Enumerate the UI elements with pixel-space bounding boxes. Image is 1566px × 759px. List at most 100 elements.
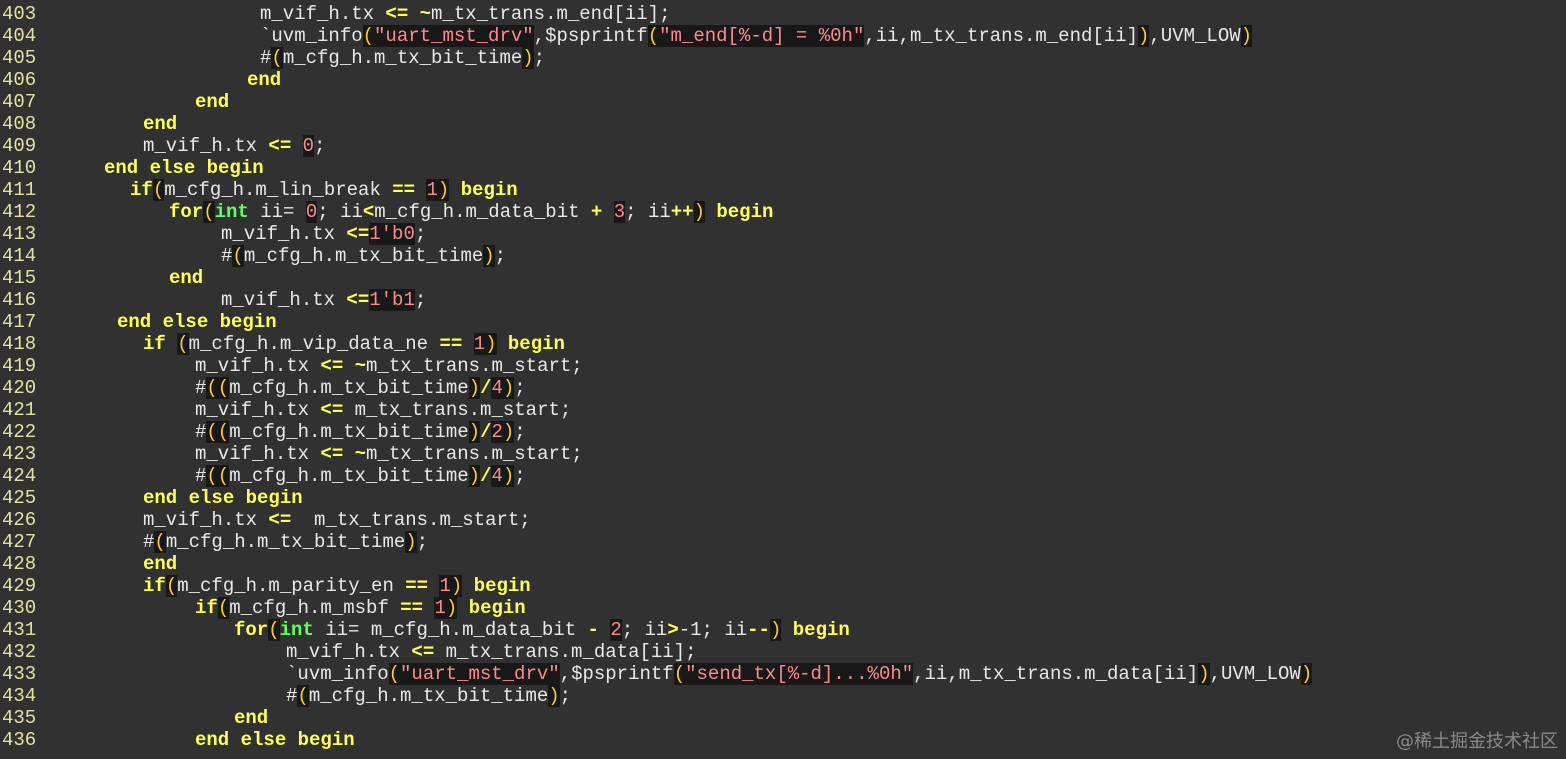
line-number: 406 (2, 69, 37, 91)
code-token: ( (268, 619, 280, 641)
code-token: m_tx_trans.m_data[ii]; (434, 641, 697, 663)
code-token: <= (411, 641, 435, 663)
line-number: 413 (2, 223, 37, 245)
code-token: ~ (354, 355, 367, 377)
code-token: ; (494, 245, 507, 267)
code-line[interactable]: 403 m_vif_h.tx <= ~m_tx_trans.m_end[ii]; (0, 3, 1566, 25)
code-token: # (221, 245, 233, 267)
code-line[interactable]: 434 #(m_cfg_h.m_tx_bit_time); (0, 685, 1566, 707)
line-number: 414 (2, 245, 37, 267)
code-line[interactable]: 430 if(m_cfg_h.m_msbf == 1) begin (0, 597, 1566, 619)
code-line[interactable]: 423 m_vif_h.tx <= ~m_tx_trans.m_start; (0, 443, 1566, 465)
code-text: m_vif_h.tx <= ~m_tx_trans.m_start; (195, 355, 583, 377)
line-number: 429 (2, 575, 37, 597)
code-editor[interactable]: 403 m_vif_h.tx <= ~m_tx_trans.m_end[ii]; 4… (0, 0, 1566, 759)
code-text: #(m_cfg_h.m_tx_bit_time); (260, 47, 545, 69)
code-token: # (260, 47, 272, 69)
code-token: # (195, 377, 207, 399)
code-line[interactable]: 422 #((m_cfg_h.m_tx_bit_time)/2); (0, 421, 1566, 443)
code-token: (( (206, 465, 230, 487)
code-token: m_tx_trans.m_start; (343, 399, 572, 421)
code-token: # (143, 531, 155, 553)
code-token: end (143, 113, 178, 135)
code-line[interactable]: 418 if (m_cfg_h.m_vip_data_ne == 1) begin (0, 333, 1566, 355)
code-line[interactable]: 424 #((m_cfg_h.m_tx_bit_time)/4); (0, 465, 1566, 487)
code-line[interactable]: 417 end else begin (0, 311, 1566, 333)
code-token: ; ii (625, 201, 671, 223)
code-token: m_vif_h.tx (221, 289, 347, 311)
code-text: #((m_cfg_h.m_tx_bit_time)/4); (195, 377, 526, 399)
code-token: ,ii,m_tx_trans.m_data[ii] (913, 663, 1199, 685)
code-line[interactable]: 432 m_vif_h.tx <= m_tx_trans.m_data[ii]; (0, 641, 1566, 663)
code-line[interactable]: 421 m_vif_h.tx <= m_tx_trans.m_start; (0, 399, 1566, 421)
code-token: (( (206, 421, 230, 443)
code-token: m_cfg_h.m_tx_bit_time (243, 245, 484, 267)
code-text: if(m_cfg_h.m_msbf == 1) begin (195, 597, 526, 619)
line-number: 426 (2, 509, 37, 531)
line-number: 410 (2, 157, 37, 179)
code-text: #(m_cfg_h.m_tx_bit_time); (143, 531, 428, 553)
code-line[interactable]: 410 end else begin (0, 157, 1566, 179)
line-number: 405 (2, 47, 37, 69)
code-line[interactable]: 404 `uvm_info("uart_mst_drv",$psprintf("m… (0, 25, 1566, 47)
code-text: end (247, 69, 281, 91)
code-token: -- (747, 619, 770, 641)
code-token: m_cfg_h.m_msbf (229, 597, 401, 619)
code-token: > (667, 619, 679, 641)
code-line[interactable]: 414 #(m_cfg_h.m_tx_bit_time); (0, 245, 1566, 267)
code-token: "uart_mst_drv" (400, 663, 560, 685)
code-token: m_cfg_h.m_tx_bit_time (282, 47, 523, 69)
code-line[interactable]: 411 if(m_cfg_h.m_lin_break == 1) begin (0, 179, 1566, 201)
code-line[interactable]: 419 m_vif_h.tx <= ~m_tx_trans.m_start; (0, 355, 1566, 377)
code-text: for(int ii= 0; ii<m_cfg_h.m_data_bit + 3… (169, 201, 773, 223)
code-token: m_cfg_h.m_tx_bit_time (229, 377, 469, 399)
code-token: ; (414, 289, 427, 311)
code-line[interactable]: 427 #(m_cfg_h.m_tx_bit_time); (0, 531, 1566, 553)
code-token: end (195, 91, 230, 113)
code-line[interactable]: 431 for(int ii= m_cfg_h.m_data_bit - 2; i… (0, 619, 1566, 641)
code-line[interactable]: 412 for(int ii= 0; ii<m_cfg_h.m_data_bit … (0, 201, 1566, 223)
line-number: 425 (2, 487, 37, 509)
code-token: - (587, 619, 599, 641)
code-token: m_cfg_h.m_parity_en (177, 575, 406, 597)
code-token: m_cfg_h.m_tx_bit_time (229, 465, 469, 487)
code-token: end (143, 553, 178, 575)
code-token: m_tx_trans.m_start; (366, 443, 583, 465)
code-text: m_vif_h.tx <= 0; (143, 135, 325, 157)
code-line[interactable]: 409 m_vif_h.tx <= 0; (0, 135, 1566, 157)
code-line[interactable]: 428 end (0, 553, 1566, 575)
code-line[interactable]: 435 end (0, 707, 1566, 729)
code-line[interactable]: 405 #(m_cfg_h.m_tx_bit_time); (0, 47, 1566, 69)
code-line[interactable]: 429 if(m_cfg_h.m_parity_en == 1) begin (0, 575, 1566, 597)
line-number: 403 (2, 3, 37, 25)
code-token: ii= m_cfg_h.m_data_bit (313, 619, 588, 641)
code-line[interactable]: 415 end (0, 267, 1566, 289)
code-token: m_cfg_h.m_data_bit (374, 201, 591, 223)
code-line[interactable]: 413 m_vif_h.tx <=1'b0; (0, 223, 1566, 245)
code-token: 1 (434, 597, 446, 619)
code-text: m_vif_h.tx <= m_tx_trans.m_start; (143, 509, 531, 531)
code-line[interactable]: 407 end (0, 91, 1566, 113)
code-token: if (143, 575, 166, 597)
code-text: end (143, 553, 177, 575)
code-token: ,$psprintf (533, 25, 648, 47)
code-line[interactable]: 416 m_vif_h.tx <=1'b1; (0, 289, 1566, 311)
code-line[interactable]: 408 end (0, 113, 1566, 135)
code-token: m_cfg_h.m_tx_bit_time (165, 531, 406, 553)
code-line[interactable]: 425 end else begin (0, 487, 1566, 509)
code-token: if (130, 179, 153, 201)
code-line[interactable]: 420 #((m_cfg_h.m_tx_bit_time)/4); (0, 377, 1566, 399)
code-token: m_cfg_h.m_tx_bit_time (308, 685, 549, 707)
code-token: m_vif_h.tx (143, 135, 269, 157)
code-line[interactable]: 406 end (0, 69, 1566, 91)
code-token: <= (268, 135, 292, 157)
code-token: ; (533, 47, 546, 69)
code-text: if(m_cfg_h.m_parity_en == 1) begin (143, 575, 531, 597)
code-line[interactable]: 436 end else begin (0, 729, 1566, 751)
code-token: m_vif_h.tx (143, 509, 269, 531)
code-token: m_cfg_h.m_tx_bit_time (229, 421, 469, 443)
code-line[interactable]: 433 `uvm_info("uart_mst_drv",$psprintf("s… (0, 663, 1566, 685)
code-line[interactable]: 426 m_vif_h.tx <= m_tx_trans.m_start; (0, 509, 1566, 531)
